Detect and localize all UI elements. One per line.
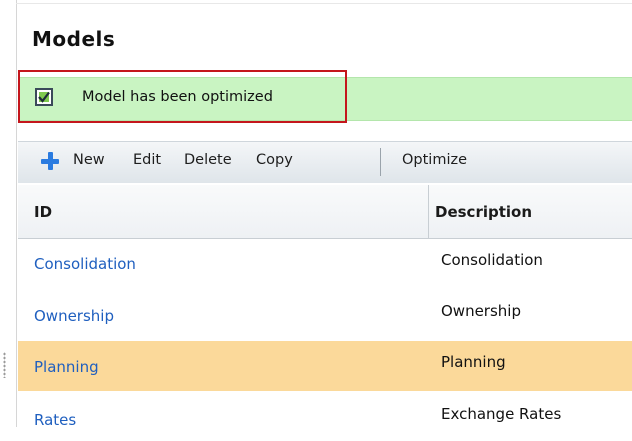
panel-top-border xyxy=(16,3,632,4)
table-row-selected[interactable]: Planning Planning xyxy=(18,341,632,391)
column-header-id[interactable]: ID xyxy=(34,203,52,221)
page-title: Models xyxy=(32,27,116,51)
table-row[interactable]: Rates Exchange Rates xyxy=(18,391,632,441)
copy-button[interactable]: Copy xyxy=(256,152,293,168)
new-button[interactable]: New xyxy=(73,152,105,168)
column-header-description[interactable]: Description xyxy=(435,203,532,221)
edit-button[interactable]: Edit xyxy=(133,152,161,168)
notice-message: Model has been optimized xyxy=(82,89,273,105)
optimize-button[interactable]: Optimize xyxy=(402,152,467,168)
row-id-link[interactable]: Ownership xyxy=(34,307,114,325)
row-id-link[interactable]: Planning xyxy=(34,358,99,376)
checkbox-icon xyxy=(35,88,53,106)
checkmark-icon xyxy=(38,91,50,103)
column-separator[interactable] xyxy=(428,185,429,239)
row-id-link[interactable]: Rates xyxy=(34,411,76,429)
toolbar xyxy=(18,141,632,183)
splitter-grip[interactable] xyxy=(3,352,6,378)
row-description: Consolidation xyxy=(441,251,543,269)
row-id-link[interactable]: Consolidation xyxy=(34,255,136,273)
row-description: Ownership xyxy=(441,302,521,320)
table-row[interactable]: Consolidation Consolidation xyxy=(18,240,632,290)
row-description: Planning xyxy=(441,353,506,371)
grid-header xyxy=(18,185,632,239)
toolbar-separator xyxy=(380,148,381,176)
add-icon[interactable] xyxy=(40,151,60,171)
table-row[interactable]: Ownership Ownership xyxy=(18,290,632,340)
row-description: Exchange Rates xyxy=(441,405,562,423)
panel-left-border xyxy=(16,0,17,427)
delete-button[interactable]: Delete xyxy=(184,152,232,168)
